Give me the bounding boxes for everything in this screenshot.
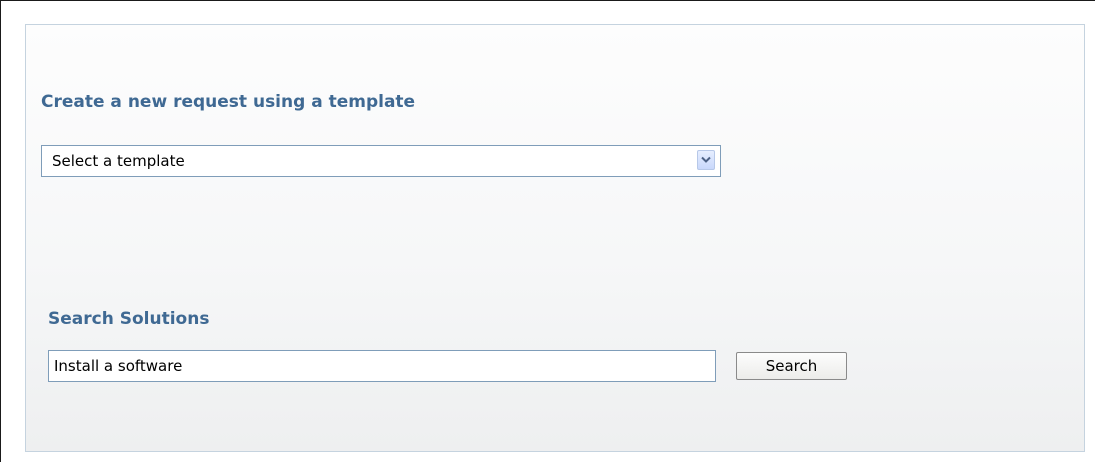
template-select[interactable]: Select a template xyxy=(41,145,721,177)
template-section-heading: Create a new request using a template xyxy=(41,92,416,112)
search-section-heading: Search Solutions xyxy=(48,309,210,329)
template-select-value: Select a template xyxy=(52,152,185,170)
window-frame: Create a new request using a template Se… xyxy=(0,0,1095,462)
chevron-down-icon[interactable] xyxy=(697,150,715,170)
search-input[interactable] xyxy=(48,350,716,382)
request-panel: Create a new request using a template Se… xyxy=(25,24,1085,452)
search-button[interactable]: Search xyxy=(736,352,847,380)
